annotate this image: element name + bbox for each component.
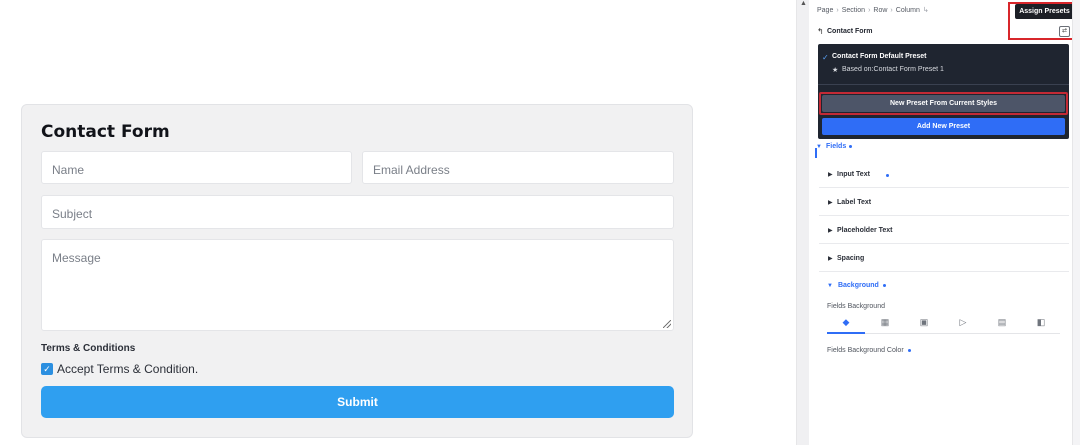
assign-presets-tooltip: Assign Presets bbox=[1015, 4, 1074, 19]
presets-dropdown: ✓ Contact Form Default Preset ★ Based on… bbox=[818, 44, 1069, 139]
add-new-preset-button[interactable]: Add New Preset bbox=[822, 118, 1065, 135]
fields-background-color-text: Fields Background Color bbox=[827, 347, 904, 354]
breadcrumb-row[interactable]: Row bbox=[873, 7, 887, 14]
element-title: Contact Form bbox=[827, 28, 873, 35]
modified-dot-icon bbox=[907, 348, 911, 352]
name-field[interactable]: Name bbox=[41, 151, 352, 184]
breadcrumb-section[interactable]: Section bbox=[842, 7, 865, 14]
email-field[interactable]: Email Address bbox=[362, 151, 674, 184]
settings-panel: Page › Section › Row › Column ↳ ↰ Contact Form … bbox=[809, 0, 1074, 445]
dropdown-divider bbox=[818, 84, 1069, 85]
form-title: Contact Form bbox=[41, 122, 170, 142]
email-placeholder: Email Address bbox=[373, 163, 450, 177]
breadcrumb: Page › Section › Row › Column ↳ bbox=[817, 7, 929, 14]
star-icon: ★ bbox=[832, 67, 839, 74]
terms-checkbox[interactable]: ✓ bbox=[41, 363, 53, 375]
assign-presets-icon[interactable]: ⇄ bbox=[1059, 26, 1070, 37]
group-label: Label Text bbox=[837, 199, 872, 206]
message-field[interactable]: Message bbox=[41, 239, 674, 331]
current-preset-name[interactable]: Contact Form Default Preset bbox=[832, 53, 927, 60]
caret-right-icon: ▶ bbox=[828, 200, 833, 206]
group-label: Placeholder Text bbox=[837, 227, 893, 234]
preset-based-on: Based on:Contact Form Preset 1 bbox=[842, 66, 944, 73]
checkmark-icon: ✓ bbox=[822, 53, 829, 62]
video-icon[interactable]: ▷ bbox=[944, 317, 982, 334]
modified-dot-icon bbox=[882, 283, 886, 287]
pattern-icon[interactable]: ▤ bbox=[983, 317, 1021, 334]
subject-field[interactable]: Subject bbox=[41, 195, 674, 229]
back-arrow-icon[interactable]: ↰ bbox=[817, 27, 824, 36]
scroll-up-icon[interactable]: ▲ bbox=[800, 0, 807, 7]
panel-edge bbox=[1072, 0, 1080, 445]
group-input-text[interactable]: ▶ Input Text bbox=[819, 160, 1069, 188]
message-placeholder: Message bbox=[52, 251, 101, 265]
breadcrumb-page[interactable]: Page bbox=[817, 7, 833, 14]
group-label-text[interactable]: ▶ Label Text bbox=[819, 188, 1069, 216]
background-type-tabs: ◆ ▦ ▣ ▷ ▤ ◧ bbox=[827, 315, 1060, 334]
modified-dot-icon bbox=[849, 144, 853, 148]
subject-placeholder: Subject bbox=[52, 207, 93, 221]
caret-right-icon: ▶ bbox=[828, 228, 833, 234]
fields-background-color-label: Fields Background Color bbox=[827, 347, 911, 354]
panel-scrollbar[interactable]: ▲ bbox=[796, 0, 809, 445]
modified-dot-icon bbox=[886, 174, 889, 177]
image-icon[interactable]: ▣ bbox=[905, 317, 943, 334]
active-indicator bbox=[815, 148, 817, 158]
fields-section-toggle[interactable]: ▼ Fields bbox=[816, 143, 853, 150]
caret-right-icon: ▶ bbox=[828, 256, 833, 262]
group-placeholder-text[interactable]: ▶ Placeholder Text bbox=[819, 216, 1069, 244]
contact-form-module[interactable]: Contact Form Name Email Address Subject … bbox=[21, 104, 693, 438]
name-placeholder: Name bbox=[52, 163, 85, 177]
caret-right-icon: ▶ bbox=[828, 172, 833, 178]
group-label: Spacing bbox=[837, 255, 865, 262]
color-fill-icon[interactable]: ◆ bbox=[827, 317, 865, 334]
gradient-icon[interactable]: ▦ bbox=[866, 317, 904, 334]
breadcrumb-column[interactable]: Column bbox=[896, 7, 920, 14]
background-group-toggle[interactable]: ▼ Background bbox=[827, 282, 886, 289]
fields-heading: Fields bbox=[826, 143, 847, 150]
terms-checkbox-label[interactable]: Accept Terms & Condition. bbox=[57, 362, 198, 376]
background-heading: Background bbox=[837, 282, 879, 289]
caret-down-icon: ▼ bbox=[827, 283, 833, 289]
mask-icon[interactable]: ◧ bbox=[1022, 317, 1060, 334]
group-spacing[interactable]: ▶ Spacing bbox=[819, 244, 1069, 272]
terms-label: Terms & Conditions bbox=[41, 343, 136, 354]
group-label: Input Text bbox=[837, 171, 870, 178]
caret-down-icon: ▼ bbox=[816, 144, 822, 150]
breadcrumb-return-icon: ↳ bbox=[922, 7, 929, 14]
fields-background-label: Fields Background bbox=[827, 303, 885, 310]
resize-handle-icon[interactable] bbox=[663, 320, 671, 328]
new-preset-from-styles-button[interactable]: New Preset From Current Styles bbox=[822, 95, 1065, 112]
submit-button[interactable]: Submit bbox=[41, 386, 674, 418]
